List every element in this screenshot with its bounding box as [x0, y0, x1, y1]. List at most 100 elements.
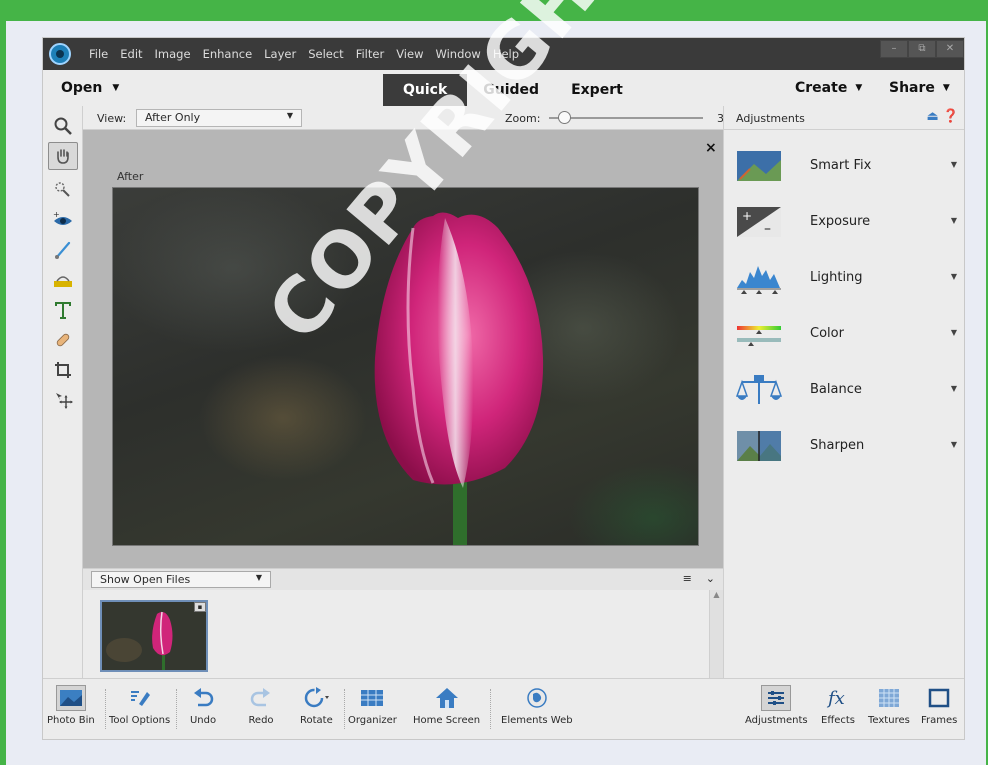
menu-layer[interactable]: Layer	[264, 47, 296, 61]
collapse-bin-icon[interactable]: ⌄	[706, 572, 715, 585]
svg-text:–: –	[764, 221, 771, 237]
share-dropdown-icon: ▼	[942, 83, 950, 93]
after-label: After	[117, 170, 144, 183]
expand-icon: ▼	[950, 328, 957, 337]
whiten-teeth-tool[interactable]	[48, 236, 78, 264]
effects-icon: fx	[823, 685, 853, 711]
zoom-tool[interactable]	[48, 112, 78, 140]
adjustment-balance[interactable]: Balance ▼	[724, 362, 964, 418]
move-icon	[56, 393, 73, 409]
straighten-tool[interactable]	[48, 266, 78, 294]
menu-filter[interactable]: Filter	[356, 47, 384, 61]
separator	[344, 689, 345, 729]
create-button[interactable]: Create ▼	[795, 80, 862, 96]
textures-button[interactable]: Textures	[868, 685, 910, 726]
photo-bin-icon	[55, 685, 86, 711]
expand-icon: ▼	[950, 440, 957, 449]
zoom-slider-track[interactable]	[549, 117, 703, 119]
organizer-label: Organizer	[348, 715, 397, 726]
app-window: File Edit Image Enhance Layer Select Fil…	[42, 37, 965, 740]
open-button[interactable]: Open ▼	[61, 80, 119, 96]
share-button[interactable]: Share ▼	[889, 80, 950, 96]
expand-icon: ▼	[950, 216, 957, 225]
svg-text:+: +	[53, 210, 60, 219]
globe-icon	[522, 685, 552, 711]
view-select[interactable]: After Only ▼	[136, 109, 302, 127]
reset-icon[interactable]: ⏏	[927, 109, 939, 124]
red-eye-tool[interactable]: +	[48, 206, 78, 234]
zoom-slider-handle[interactable]	[558, 111, 572, 124]
bin-menu-icon[interactable]: ≡	[683, 572, 692, 585]
exposure-icon: +–	[737, 207, 781, 237]
frames-icon	[924, 685, 954, 711]
home-screen-button[interactable]: Home Screen	[413, 685, 480, 726]
window-controls: – ⧉ ✕	[880, 40, 964, 58]
elements-web-button[interactable]: Elements Web	[501, 685, 573, 726]
rotate-button[interactable]: Rotate	[300, 685, 333, 726]
app-logo-icon	[49, 43, 71, 65]
menu-image[interactable]: Image	[155, 47, 191, 61]
help-icon[interactable]: ❓	[943, 109, 959, 124]
adjustment-sharpen[interactable]: Sharpen ▼	[724, 418, 964, 474]
adjustment-exposure[interactable]: + – Exposure ▼	[724, 194, 964, 250]
menu-view[interactable]: View	[396, 47, 423, 61]
effects-button[interactable]: fx Effects	[821, 685, 855, 726]
crop-icon	[55, 362, 71, 378]
photo-thumbnail[interactable]: ▪	[100, 600, 208, 672]
hand-tool[interactable]	[48, 142, 78, 170]
restore-button[interactable]: ⧉	[908, 40, 936, 58]
organizer-button[interactable]: Organizer	[348, 685, 397, 726]
adjustment-label: Smart Fix	[810, 158, 872, 173]
expand-icon: ▼	[950, 272, 957, 281]
tab-expert[interactable]: Expert	[555, 74, 639, 106]
lighting-icon	[737, 266, 781, 294]
minimize-button[interactable]: –	[880, 40, 908, 58]
menu-select[interactable]: Select	[308, 47, 343, 61]
redo-button[interactable]: Redo	[246, 685, 276, 726]
panel-header: Adjustments ⏏ ❓	[724, 106, 964, 130]
frames-button[interactable]: Frames	[921, 685, 957, 726]
close-image-icon[interactable]: ×	[705, 140, 717, 156]
undo-button[interactable]: Undo	[188, 685, 218, 726]
toolbox: +	[43, 106, 83, 678]
show-files-value: Show Open Files	[100, 573, 191, 586]
menu-enhance[interactable]: Enhance	[203, 47, 253, 61]
close-window-button[interactable]: ✕	[936, 40, 964, 58]
organizer-icon	[357, 685, 387, 711]
elements-web-label: Elements Web	[501, 715, 573, 726]
brush-icon	[55, 241, 71, 259]
tool-options-label: Tool Options	[109, 715, 171, 726]
adjustment-lighting[interactable]: Lighting ▼	[724, 250, 964, 306]
adjustment-label: Lighting	[810, 270, 863, 285]
rotate-icon	[301, 685, 331, 711]
crop-tool[interactable]	[48, 356, 78, 384]
hand-icon	[57, 149, 69, 164]
expand-icon: ▼	[950, 160, 957, 169]
panel-header-icons: ⏏ ❓	[927, 109, 959, 124]
quick-selection-icon	[55, 182, 70, 197]
photo-bin-scrollbar[interactable]: ▲	[709, 590, 723, 678]
tool-options-button[interactable]: Tool Options	[109, 685, 170, 726]
open-dropdown-icon[interactable]: ▼	[112, 83, 119, 93]
undo-icon	[188, 685, 218, 711]
photo-bin-label: Photo Bin	[47, 715, 95, 726]
adjustment-label: Exposure	[810, 214, 871, 229]
adjustment-smart-fix[interactable]: Smart Fix ▼	[724, 138, 964, 194]
sharpen-icon	[737, 431, 781, 461]
smart-fix-icon	[737, 151, 781, 181]
menu-file[interactable]: File	[89, 47, 108, 61]
type-tool[interactable]	[48, 296, 78, 324]
bottom-bar: Photo Bin Tool Options Undo Redo Rotate …	[43, 678, 964, 739]
quick-selection-tool[interactable]	[48, 176, 78, 204]
photo-bin: ▪ ▲	[83, 590, 723, 678]
menu-edit[interactable]: Edit	[120, 47, 142, 61]
adjustment-label: Sharpen	[810, 438, 865, 453]
adjustment-color[interactable]: Color ▼	[724, 306, 964, 362]
show-files-select[interactable]: Show Open Files ▼	[91, 571, 271, 588]
outer-frame-left	[0, 0, 6, 765]
spot-healing-tool[interactable]	[48, 326, 78, 354]
photo-bin-button[interactable]: Photo Bin	[47, 685, 95, 726]
move-tool[interactable]	[48, 386, 78, 414]
adjustments-button[interactable]: Adjustments	[745, 685, 808, 726]
text-tool-icon	[55, 302, 71, 319]
